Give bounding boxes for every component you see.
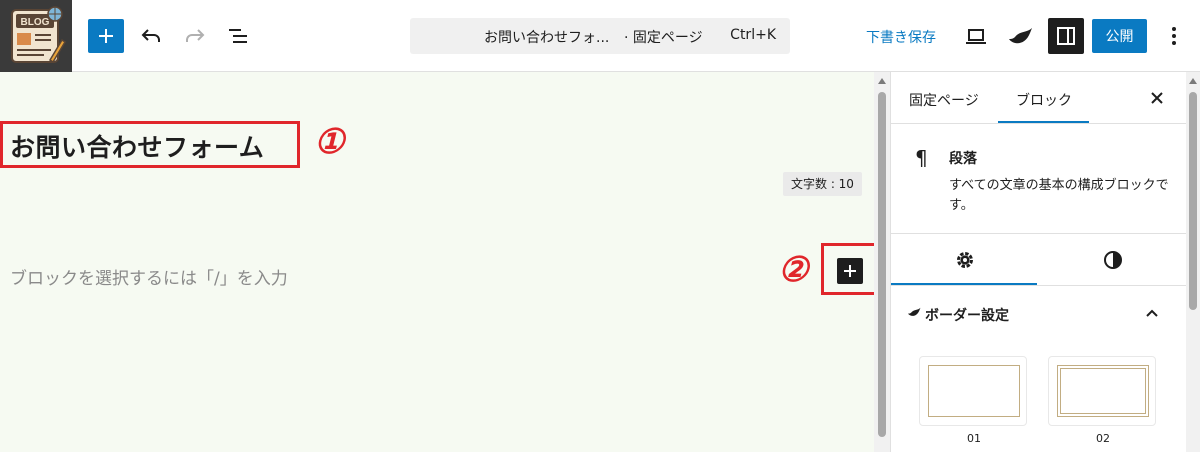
list-view-icon: [229, 29, 247, 43]
border-style-label-01: 01: [967, 432, 981, 445]
sidebar-scrollbar[interactable]: [1186, 72, 1200, 452]
redo-button[interactable]: [177, 18, 213, 54]
save-draft-button[interactable]: 下書き保存: [866, 27, 936, 47]
preview-button[interactable]: [958, 18, 994, 54]
chevron-up-icon: [1146, 309, 1158, 317]
block-description: すべての文章の基本の構成ブロックです。: [949, 178, 1169, 213]
border-style-preview-single: [928, 365, 1020, 417]
leaf-icon: [1009, 28, 1032, 44]
keyboard-shortcut: Ctrl+K: [730, 27, 776, 43]
close-sidebar-button[interactable]: [1145, 86, 1169, 110]
scroll-up-arrow-icon[interactable]: [878, 78, 886, 84]
document-overview-button[interactable]: [220, 18, 256, 54]
border-style-preview-double: [1057, 365, 1149, 417]
block-inspector-tabs: [891, 234, 1187, 286]
tab-block[interactable]: ブロック: [1016, 90, 1072, 110]
character-count-badge: 文字数 : 10: [783, 172, 862, 196]
tab-page[interactable]: 固定ページ: [909, 90, 979, 110]
site-logo[interactable]: BLOG: [0, 0, 72, 72]
border-style-label-02: 02: [1096, 432, 1110, 445]
border-style-option-02[interactable]: [1048, 356, 1156, 426]
scroll-up-arrow-icon[interactable]: [1189, 78, 1197, 84]
logo-text: BLOG: [21, 17, 50, 28]
leaf-icon: [908, 307, 921, 316]
tab-settings[interactable]: [891, 246, 1039, 274]
blog-logo-icon: BLOG: [11, 6, 67, 64]
canvas-scrollbar-thumb[interactable]: [878, 92, 886, 437]
document-title: お問い合わせフォ...: [484, 30, 610, 46]
plugin-leaf-button[interactable]: [1002, 18, 1038, 54]
options-menu-button[interactable]: [1156, 18, 1192, 54]
settings-sidebar: 固定ページ ブロック ¶ 段落 すべての文章の基本の構成ブロックです。 ボーダー…: [890, 72, 1187, 452]
canvas-scrollbar[interactable]: [874, 72, 890, 452]
command-palette-bar[interactable]: お問い合わせフォ... · 固定ページ Ctrl+K: [410, 18, 790, 54]
undo-button[interactable]: [133, 18, 169, 54]
annotation-number-2: ②: [778, 250, 809, 290]
plus-icon: [99, 29, 113, 43]
border-style-option-01[interactable]: [919, 356, 1027, 426]
block-inserter-button[interactable]: [88, 19, 124, 53]
settings-toggle-button[interactable]: [1048, 18, 1084, 54]
sidebar-panel-icon: [1057, 27, 1075, 45]
redo-icon: [186, 29, 205, 42]
block-name: 段落: [949, 151, 977, 167]
active-subtab-indicator: [891, 283, 1037, 285]
editor-header: BLOG お問い合わせフォ... · 固定ページ Ctrl+K 下書き保存 公開: [0, 0, 1200, 72]
active-tab-indicator: [998, 121, 1089, 123]
border-settings-panel-toggle[interactable]: ボーダー設定: [891, 286, 1187, 342]
plus-icon: [844, 265, 856, 277]
sidebar-tabs: 固定ページ ブロック: [891, 72, 1187, 124]
kebab-menu-icon: [1172, 27, 1176, 45]
tab-styles[interactable]: [1039, 246, 1187, 274]
styles-contrast-icon: [1104, 251, 1122, 269]
border-settings-title: ボーダー設定: [925, 308, 1009, 324]
block-card: ¶ 段落 すべての文章の基本の構成ブロックです。: [891, 124, 1187, 234]
undo-icon: [141, 29, 160, 42]
annotation-number-1: ①: [314, 122, 345, 162]
close-icon: [1151, 92, 1163, 104]
sidebar-scrollbar-thumb[interactable]: [1189, 92, 1197, 310]
annotation-highlight-title: [0, 121, 300, 168]
inline-block-inserter-button[interactable]: [837, 258, 863, 284]
paragraph-placeholder[interactable]: ブロックを選択するには「/」を入力: [10, 264, 288, 289]
document-type: · 固定ページ: [624, 30, 703, 46]
laptop-icon: [966, 29, 986, 44]
gear-icon: [957, 252, 973, 268]
publish-button[interactable]: 公開: [1092, 19, 1147, 53]
paragraph-icon: ¶: [915, 146, 928, 170]
